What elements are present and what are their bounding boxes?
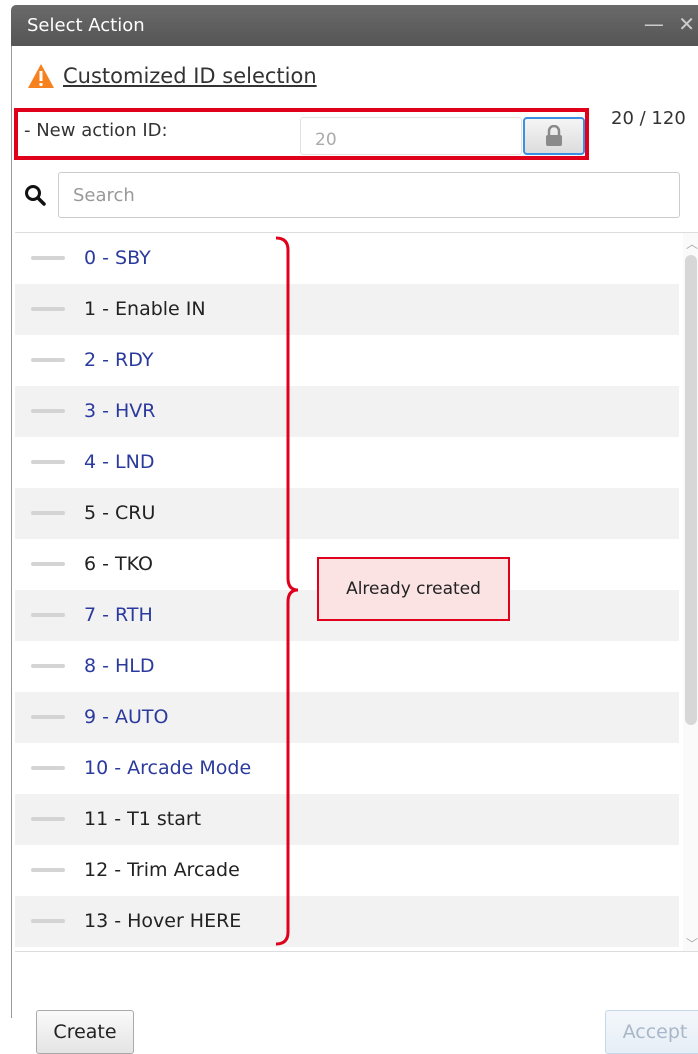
list-item[interactable]: 10 - Arcade Mode xyxy=(15,743,679,794)
warning-triangle-icon xyxy=(28,64,54,88)
action-label: 5 - CRU xyxy=(84,502,156,524)
action-label: 12 - Trim Arcade xyxy=(84,859,240,881)
drag-handle-icon[interactable] xyxy=(31,613,65,617)
drag-handle-icon[interactable] xyxy=(31,256,65,260)
drag-handle-icon[interactable] xyxy=(31,307,65,311)
scrollbar[interactable]: ︿ ﹀ xyxy=(683,233,698,951)
window-title: Select Action xyxy=(27,15,145,36)
scroll-down-arrow-icon[interactable]: ﹀ xyxy=(686,935,698,951)
action-label: 6 - TKO xyxy=(84,553,154,575)
lock-button[interactable] xyxy=(523,117,585,155)
action-label: 10 - Arcade Mode xyxy=(84,757,252,779)
list-item[interactable]: 8 - HLD xyxy=(15,641,679,692)
list-item[interactable]: 0 - SBY xyxy=(15,233,679,284)
action-label: 1 - Enable IN xyxy=(84,298,206,320)
new-action-id-highlight: - New action ID: 20 xyxy=(14,108,589,160)
search-icon xyxy=(25,185,46,206)
action-id-input[interactable]: 20 xyxy=(300,117,522,155)
lock-icon xyxy=(546,125,562,146)
list-item[interactable]: 13 - Hover HERE xyxy=(15,896,679,947)
drag-handle-icon[interactable] xyxy=(31,817,65,821)
id-counter: 20 / 120 xyxy=(611,108,686,129)
customized-id-row: Customized ID selection xyxy=(27,61,317,91)
list-item[interactable]: 1 - Enable IN xyxy=(15,284,679,335)
scrollbar-thumb[interactable] xyxy=(685,255,697,725)
window-controls[interactable]: — ✕ xyxy=(644,12,698,36)
create-button[interactable]: Create xyxy=(36,1010,134,1054)
action-label: 9 - AUTO xyxy=(84,706,169,728)
drag-handle-icon[interactable] xyxy=(31,766,65,770)
drag-handle-icon[interactable] xyxy=(31,358,65,362)
action-label: 3 - HVR xyxy=(84,400,156,422)
drag-handle-icon[interactable] xyxy=(31,664,65,668)
list-item[interactable]: 3 - HVR xyxy=(15,386,679,437)
drag-handle-icon[interactable] xyxy=(31,409,65,413)
list-item[interactable]: 11 - T1 start xyxy=(15,794,679,845)
action-label: 0 - SBY xyxy=(84,247,151,269)
select-action-dialog: Customized ID selection - New action ID:… xyxy=(11,46,698,1054)
drag-handle-icon[interactable] xyxy=(31,460,65,464)
title-bar: Select Action — ✕ xyxy=(11,5,698,46)
action-label: 8 - HLD xyxy=(84,655,155,677)
action-label: 4 - LND xyxy=(84,451,155,473)
list-item[interactable]: 2 - RDY xyxy=(15,335,679,386)
drag-handle-icon[interactable] xyxy=(31,511,65,515)
action-label: 11 - T1 start xyxy=(84,808,202,830)
scroll-up-arrow-icon[interactable]: ︿ xyxy=(686,235,698,251)
list-item[interactable]: 12 - Trim Arcade xyxy=(15,845,679,896)
new-action-id-label: - New action ID: xyxy=(24,120,168,141)
list-item[interactable]: 4 - LND xyxy=(15,437,679,488)
action-label: 13 - Hover HERE xyxy=(84,910,242,932)
already-created-callout: Already created xyxy=(317,557,510,621)
accept-button[interactable]: Accept xyxy=(605,1010,698,1054)
list-item[interactable]: 5 - CRU xyxy=(15,488,679,539)
drag-handle-icon[interactable] xyxy=(31,868,65,872)
already-created-bracket xyxy=(275,236,299,946)
drag-handle-icon[interactable] xyxy=(31,919,65,923)
drag-handle-icon[interactable] xyxy=(31,715,65,719)
action-label: 7 - RTH xyxy=(84,604,153,626)
search-input[interactable]: Search xyxy=(58,172,680,218)
drag-handle-icon[interactable] xyxy=(31,562,65,566)
list-item[interactable]: 9 - AUTO xyxy=(15,692,679,743)
customized-id-link[interactable]: Customized ID selection xyxy=(63,64,317,88)
action-label: 2 - RDY xyxy=(84,349,154,371)
